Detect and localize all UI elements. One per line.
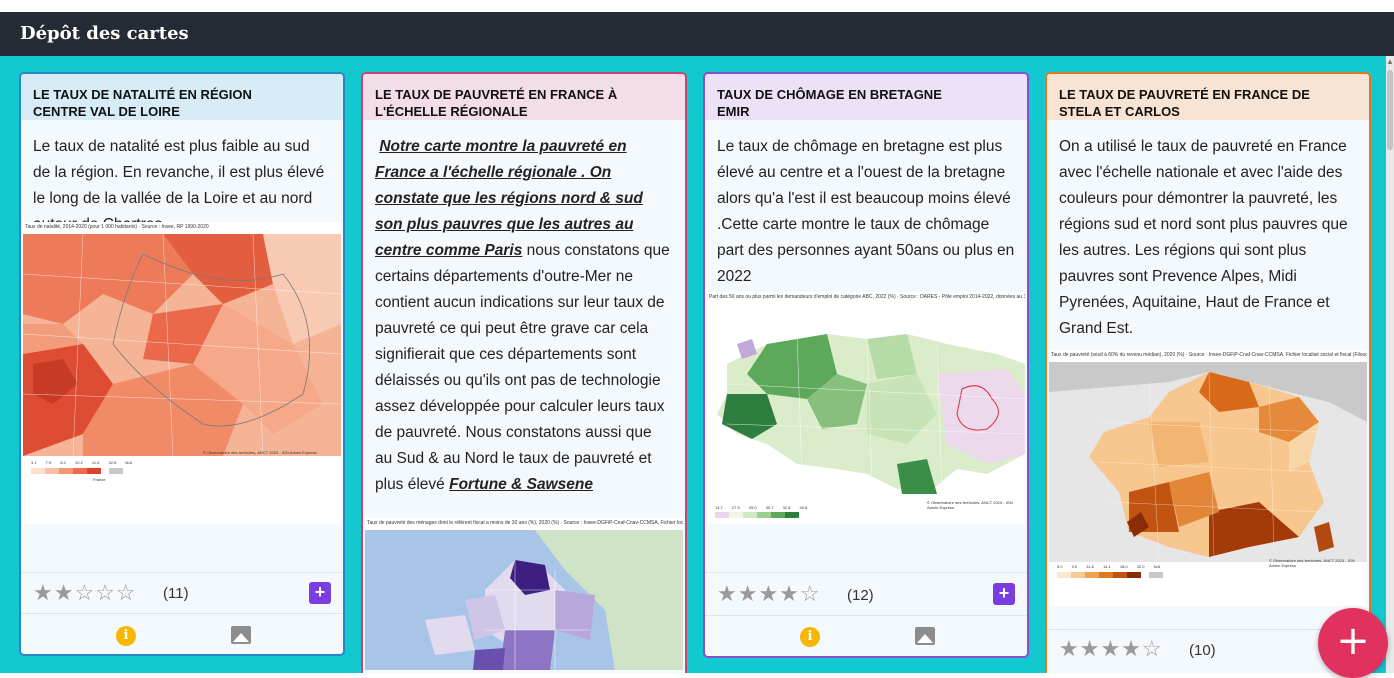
image-icon[interactable] bbox=[231, 626, 251, 644]
card-text-signature: Fortune & Sawsene bbox=[449, 476, 593, 493]
legend-values: 3.1 7.9 8.2 10.2 11.6 32.8 N/A bbox=[31, 460, 133, 465]
app-header: Dépôt des cartes bbox=[0, 12, 1394, 56]
page-title: Dépôt des cartes bbox=[20, 23, 189, 44]
board-scrollbar[interactable]: ▲ bbox=[1386, 56, 1394, 673]
card-text-rest: nous constatons que certains département… bbox=[375, 242, 670, 493]
map-legend bbox=[715, 512, 799, 518]
card-rating-row: ★★☆☆☆ (11) + bbox=[21, 572, 343, 613]
rating-count: (12) bbox=[847, 587, 874, 604]
map-caption: Part des 50 ans ou plus parmi les demand… bbox=[709, 294, 1025, 300]
scrollbar-thumb[interactable] bbox=[1387, 70, 1393, 150]
chomage-bretagne-map bbox=[707, 304, 1025, 504]
card-title: TAUX DE CHÔMAGE EN BRETAGNE EMIR bbox=[705, 74, 1027, 120]
star-rating-icon[interactable]: ★★★★☆ bbox=[1059, 636, 1163, 662]
card-map-image[interactable]: Taux de pauvreté (seuil à 60% du revenu … bbox=[1049, 350, 1367, 606]
top-band bbox=[0, 0, 1394, 12]
pauvrete-regionale-map bbox=[365, 530, 683, 670]
scroll-up-icon[interactable]: ▲ bbox=[1386, 58, 1394, 66]
card-rating-row: ★★★★☆ (12) + bbox=[705, 572, 1027, 615]
card-text: Notre carte montre la pauvreté en France… bbox=[363, 120, 685, 518]
pauvrete-nationale-map bbox=[1049, 362, 1367, 562]
map-credit: © Observatoire des territoires, ANCT 202… bbox=[927, 500, 1013, 510]
card-map-image[interactable]: Part des 50 ans ou plus parmi les demand… bbox=[707, 292, 1025, 524]
card-actions: i bbox=[21, 613, 343, 654]
natalite-map bbox=[23, 234, 341, 456]
map-credit: © Observatoire des territoires, ANCT 202… bbox=[203, 450, 317, 455]
card-text: Le taux de natalité est plus faible au s… bbox=[33, 138, 325, 233]
card-map-image[interactable]: Taux de pauvreté des ménages dont le réf… bbox=[365, 518, 683, 670]
rating-count: (10) bbox=[1189, 642, 1216, 659]
legend-footer: France bbox=[93, 477, 106, 482]
map-credit: © Observatoire des territoires, ANCT 202… bbox=[1269, 558, 1355, 568]
card-map-image[interactable]: Taux de natalité, 2014-2020 (pour 1 000 … bbox=[23, 222, 341, 524]
card-title: LE TAUX DE PAUVRETÉ EN FRANCE À L'ÉCHELL… bbox=[363, 74, 685, 120]
card-title: LE TAUX DE PAUVRETÉ EN FRANCE DE STELA E… bbox=[1047, 74, 1369, 120]
map-legend bbox=[31, 468, 123, 474]
map-caption: Taux de pauvreté (seuil à 60% du revenu … bbox=[1051, 352, 1367, 358]
card-pauvrete-regionale[interactable]: LE TAUX DE PAUVRETÉ EN FRANCE À L'ÉCHELL… bbox=[361, 72, 687, 673]
card-natalite[interactable]: LE TAUX DE NATALITÉ EN RÉGION CENTRE VAL… bbox=[19, 72, 345, 656]
card-text: On a utilisé le taux de pauvreté en Fran… bbox=[1059, 138, 1348, 337]
card-text: Le taux de chômage en bretagne est plus … bbox=[717, 138, 1015, 285]
map-caption: Taux de natalité, 2014-2020 (pour 1 000 … bbox=[25, 224, 209, 230]
info-icon[interactable]: i bbox=[116, 626, 136, 646]
star-rating-icon[interactable]: ★★☆☆☆ bbox=[33, 580, 137, 606]
legend-values: 14.7 27.5 29.0 30.7 32.8 40.8 bbox=[715, 505, 808, 510]
map-caption: Taux de pauvreté des ménages dont le réf… bbox=[365, 518, 683, 530]
card-chomage-bretagne[interactable]: TAUX DE CHÔMAGE EN BRETAGNE EMIR Le taux… bbox=[703, 72, 1029, 658]
card-title: LE TAUX DE NATALITÉ EN RÉGION CENTRE VAL… bbox=[21, 74, 343, 120]
card-actions: i bbox=[705, 615, 1027, 656]
image-icon[interactable] bbox=[915, 627, 935, 645]
add-card-button[interactable]: + bbox=[1318, 608, 1388, 678]
map-legend bbox=[1057, 572, 1163, 578]
card-pauvrete-nationale[interactable]: LE TAUX DE PAUVRETÉ EN FRANCE DE STELA E… bbox=[1045, 72, 1371, 673]
comment-add-icon[interactable]: + bbox=[309, 582, 331, 604]
rating-count: (11) bbox=[163, 585, 189, 602]
star-rating-icon[interactable]: ★★★★☆ bbox=[717, 581, 821, 607]
card-text-emphasis: Notre carte montre la pauvreté en France… bbox=[375, 138, 643, 259]
info-icon[interactable]: i bbox=[800, 627, 820, 647]
legend-values: 5.0 9.0 11.6 14.1 18.0 32.0 N/A bbox=[1057, 564, 1161, 569]
board: LE TAUX DE NATALITÉ EN RÉGION CENTRE VAL… bbox=[0, 56, 1386, 673]
comment-add-icon[interactable]: + bbox=[993, 583, 1015, 605]
